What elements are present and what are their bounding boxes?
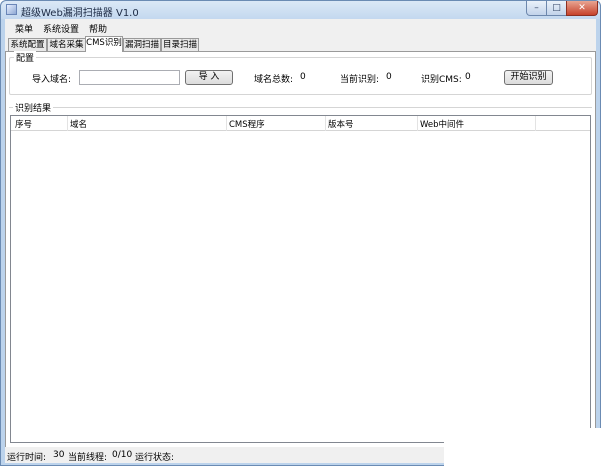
menu-settings[interactable]: 系统设置 [43, 22, 79, 35]
domain-total-label: 域名总数: [254, 75, 294, 85]
col-index[interactable]: 序号 [15, 118, 32, 130]
results-group: 识别结果 序号 域名 CMS程序 版本号 Web中间件 [9, 101, 592, 445]
current-detect-label: 当前识别: [340, 75, 380, 85]
results-list-header: 序号 域名 CMS程序 版本号 Web中间件 [11, 116, 590, 131]
cms-count-label: 识别CMS: [421, 75, 462, 85]
menu-help[interactable]: 帮助 [89, 22, 107, 35]
results-divider [9, 107, 592, 108]
runtime-value: 30 [53, 450, 65, 460]
tab-system-config[interactable]: 系统配置 [8, 38, 47, 51]
tab-vuln-scan[interactable]: 漏洞扫描 [123, 38, 161, 51]
screenshot-margin [444, 428, 601, 466]
import-domain-label: 导入域名: [32, 75, 72, 85]
tab-panel-cms: 配置 导入域名: 导 入 域名总数: 0 当前识别: 0 识别CMS: 0 开始… [5, 51, 596, 448]
col-domain[interactable]: 域名 [70, 118, 87, 130]
window-title: 超级Web漏洞扫描器 V1.0 [21, 8, 139, 19]
run-state-label: 运行状态: [135, 453, 175, 463]
col-separator[interactable] [535, 116, 536, 131]
tab-domain-collect[interactable]: 域名采集 [47, 38, 86, 51]
tab-cms-detect[interactable]: CMS识别 [85, 36, 123, 52]
app-window: 超级Web漏洞扫描器 V1.0 – □ ✕ 菜单 系统设置 帮助 系统配置 域名… [0, 0, 601, 466]
title-bar[interactable]: 超级Web漏洞扫描器 V1.0 – □ ✕ [1, 1, 600, 19]
minimize-button[interactable]: – [526, 1, 547, 16]
current-detect-value: 0 [386, 72, 392, 82]
threads-value: 0/10 [112, 450, 133, 460]
maximize-button[interactable]: □ [546, 1, 567, 16]
runtime-label: 运行时间: [7, 453, 47, 463]
col-middleware[interactable]: Web中间件 [420, 118, 464, 130]
config-group: 配置 导入域名: 导 入 域名总数: 0 当前识别: 0 识别CMS: 0 开始… [9, 51, 592, 95]
cms-count-value: 0 [465, 72, 471, 82]
col-separator[interactable] [226, 116, 227, 131]
col-cms[interactable]: CMS程序 [229, 118, 265, 130]
import-domain-input[interactable] [79, 70, 180, 85]
results-list[interactable]: 序号 域名 CMS程序 版本号 Web中间件 [10, 115, 591, 443]
start-detect-button[interactable]: 开始识别 [504, 70, 553, 85]
client-area: 菜单 系统设置 帮助 系统配置 域名采集 CMS识别 漏洞扫描 目录扫描 配置 … [5, 19, 596, 463]
import-button[interactable]: 导 入 [185, 70, 233, 85]
menu-main[interactable]: 菜单 [15, 22, 33, 35]
col-version[interactable]: 版本号 [328, 118, 354, 130]
tab-dir-scan[interactable]: 目录扫描 [161, 38, 199, 51]
threads-label: 当前线程: [68, 453, 108, 463]
menu-bar: 菜单 系统设置 帮助 [5, 19, 596, 35]
domain-total-value: 0 [300, 72, 306, 82]
col-separator[interactable] [417, 116, 418, 131]
col-separator[interactable] [325, 116, 326, 131]
results-group-title: 识别结果 [13, 101, 54, 114]
config-group-title: 配置 [14, 51, 37, 64]
app-icon [6, 4, 17, 15]
close-button[interactable]: ✕ [566, 1, 598, 16]
col-separator[interactable] [67, 116, 68, 131]
